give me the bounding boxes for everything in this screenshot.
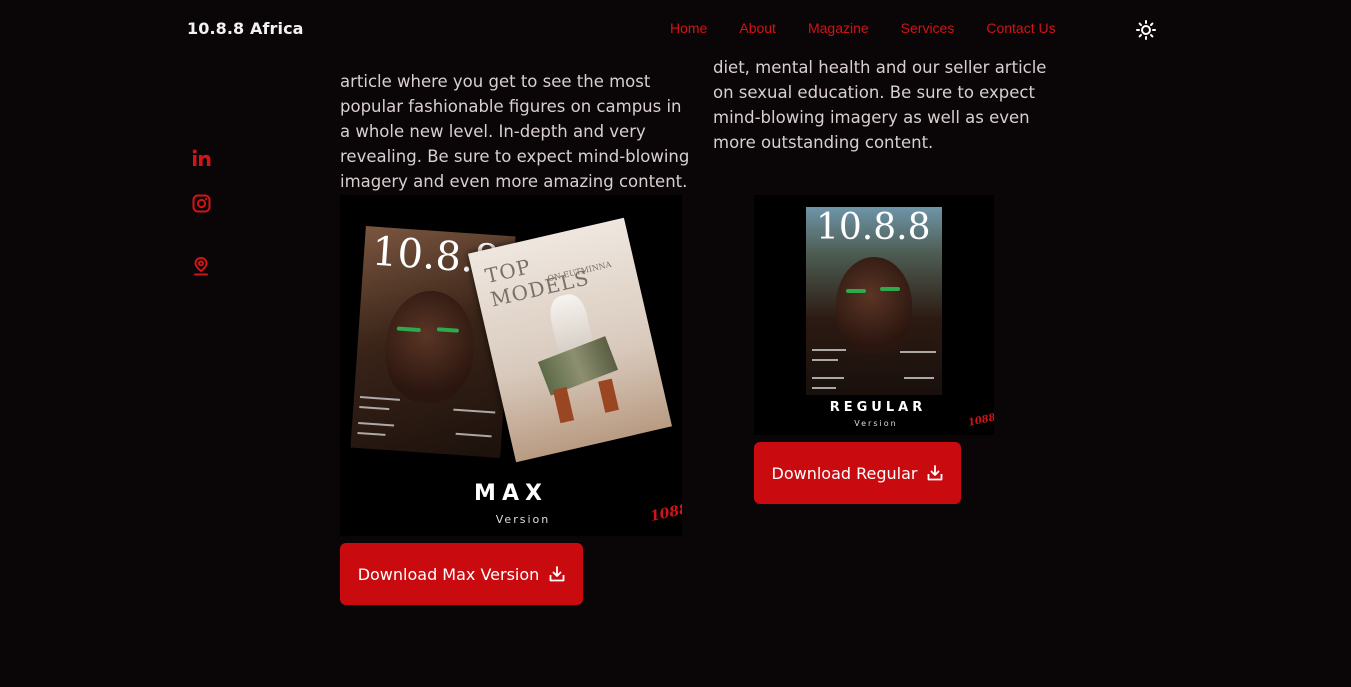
eye-makeup — [880, 287, 900, 291]
download-max-button[interactable]: Download Max Version — [340, 543, 583, 605]
eye-makeup — [846, 289, 866, 293]
model-boots — [598, 378, 619, 413]
model-face — [836, 257, 912, 353]
text-line: on sexual education. Be sure to expect — [713, 83, 1035, 102]
max-version-label: Version — [495, 513, 551, 526]
text-line: a whole new level. In-depth and very — [340, 122, 646, 141]
linkedin-icon[interactable] — [192, 149, 212, 167]
download-icon — [928, 465, 943, 481]
sun-icon[interactable] — [1136, 20, 1156, 40]
download-max-label: Download Max Version — [357, 564, 540, 584]
max-article-text: article where you get to see the most po… — [340, 69, 690, 194]
text-line: article where you get to see the most — [340, 72, 651, 91]
download-regular-label: Download Regular — [771, 463, 918, 483]
nav-services[interactable]: Services — [901, 20, 955, 36]
max-cover-image: 10.8.8 TOP MODELS ON EUTMINNA MAX Versio… — [340, 195, 682, 536]
nav-magazine[interactable]: Magazine — [808, 20, 869, 36]
regular-article-text: diet, mental health and our seller artic… — [713, 55, 1053, 155]
text-line: more outstanding content. — [713, 133, 934, 152]
text-line: mind-blowing imagery as well as even — [713, 108, 1030, 127]
download-icon — [549, 566, 565, 582]
regular-cover-image: 10.8.8 REGULAR Version 1088 — [754, 195, 994, 435]
text-line: revealing. Be sure to expect mind-blowin… — [340, 147, 690, 166]
nav-about[interactable]: About — [739, 20, 776, 36]
text-line: imagery and even more amazing content. — [340, 172, 688, 191]
magazine-cover: 10.8.8 — [806, 207, 942, 395]
nav-contact-us[interactable]: Contact Us — [986, 20, 1055, 36]
regular-version-label: Version — [854, 419, 898, 428]
instagram-icon[interactable] — [192, 194, 211, 213]
download-regular-button[interactable]: Download Regular — [754, 442, 961, 504]
model-boots — [552, 386, 575, 424]
magazine-title: 10.8.8 — [816, 207, 931, 248]
max-label: MAX — [474, 481, 548, 506]
brand-logo[interactable]: 10.8.8 Africa — [187, 19, 304, 38]
text-line: popular fashionable figures on campus in — [340, 97, 682, 116]
location-pin-icon[interactable] — [192, 256, 210, 276]
regular-label: REGULAR — [829, 400, 927, 415]
main-nav: Home About Magazine Services Contact Us — [670, 20, 1088, 36]
site-header: 10.8.8 Africa Home About Magazine Servic… — [0, 0, 1351, 60]
nav-home[interactable]: Home — [670, 20, 707, 36]
model-face — [381, 287, 478, 406]
